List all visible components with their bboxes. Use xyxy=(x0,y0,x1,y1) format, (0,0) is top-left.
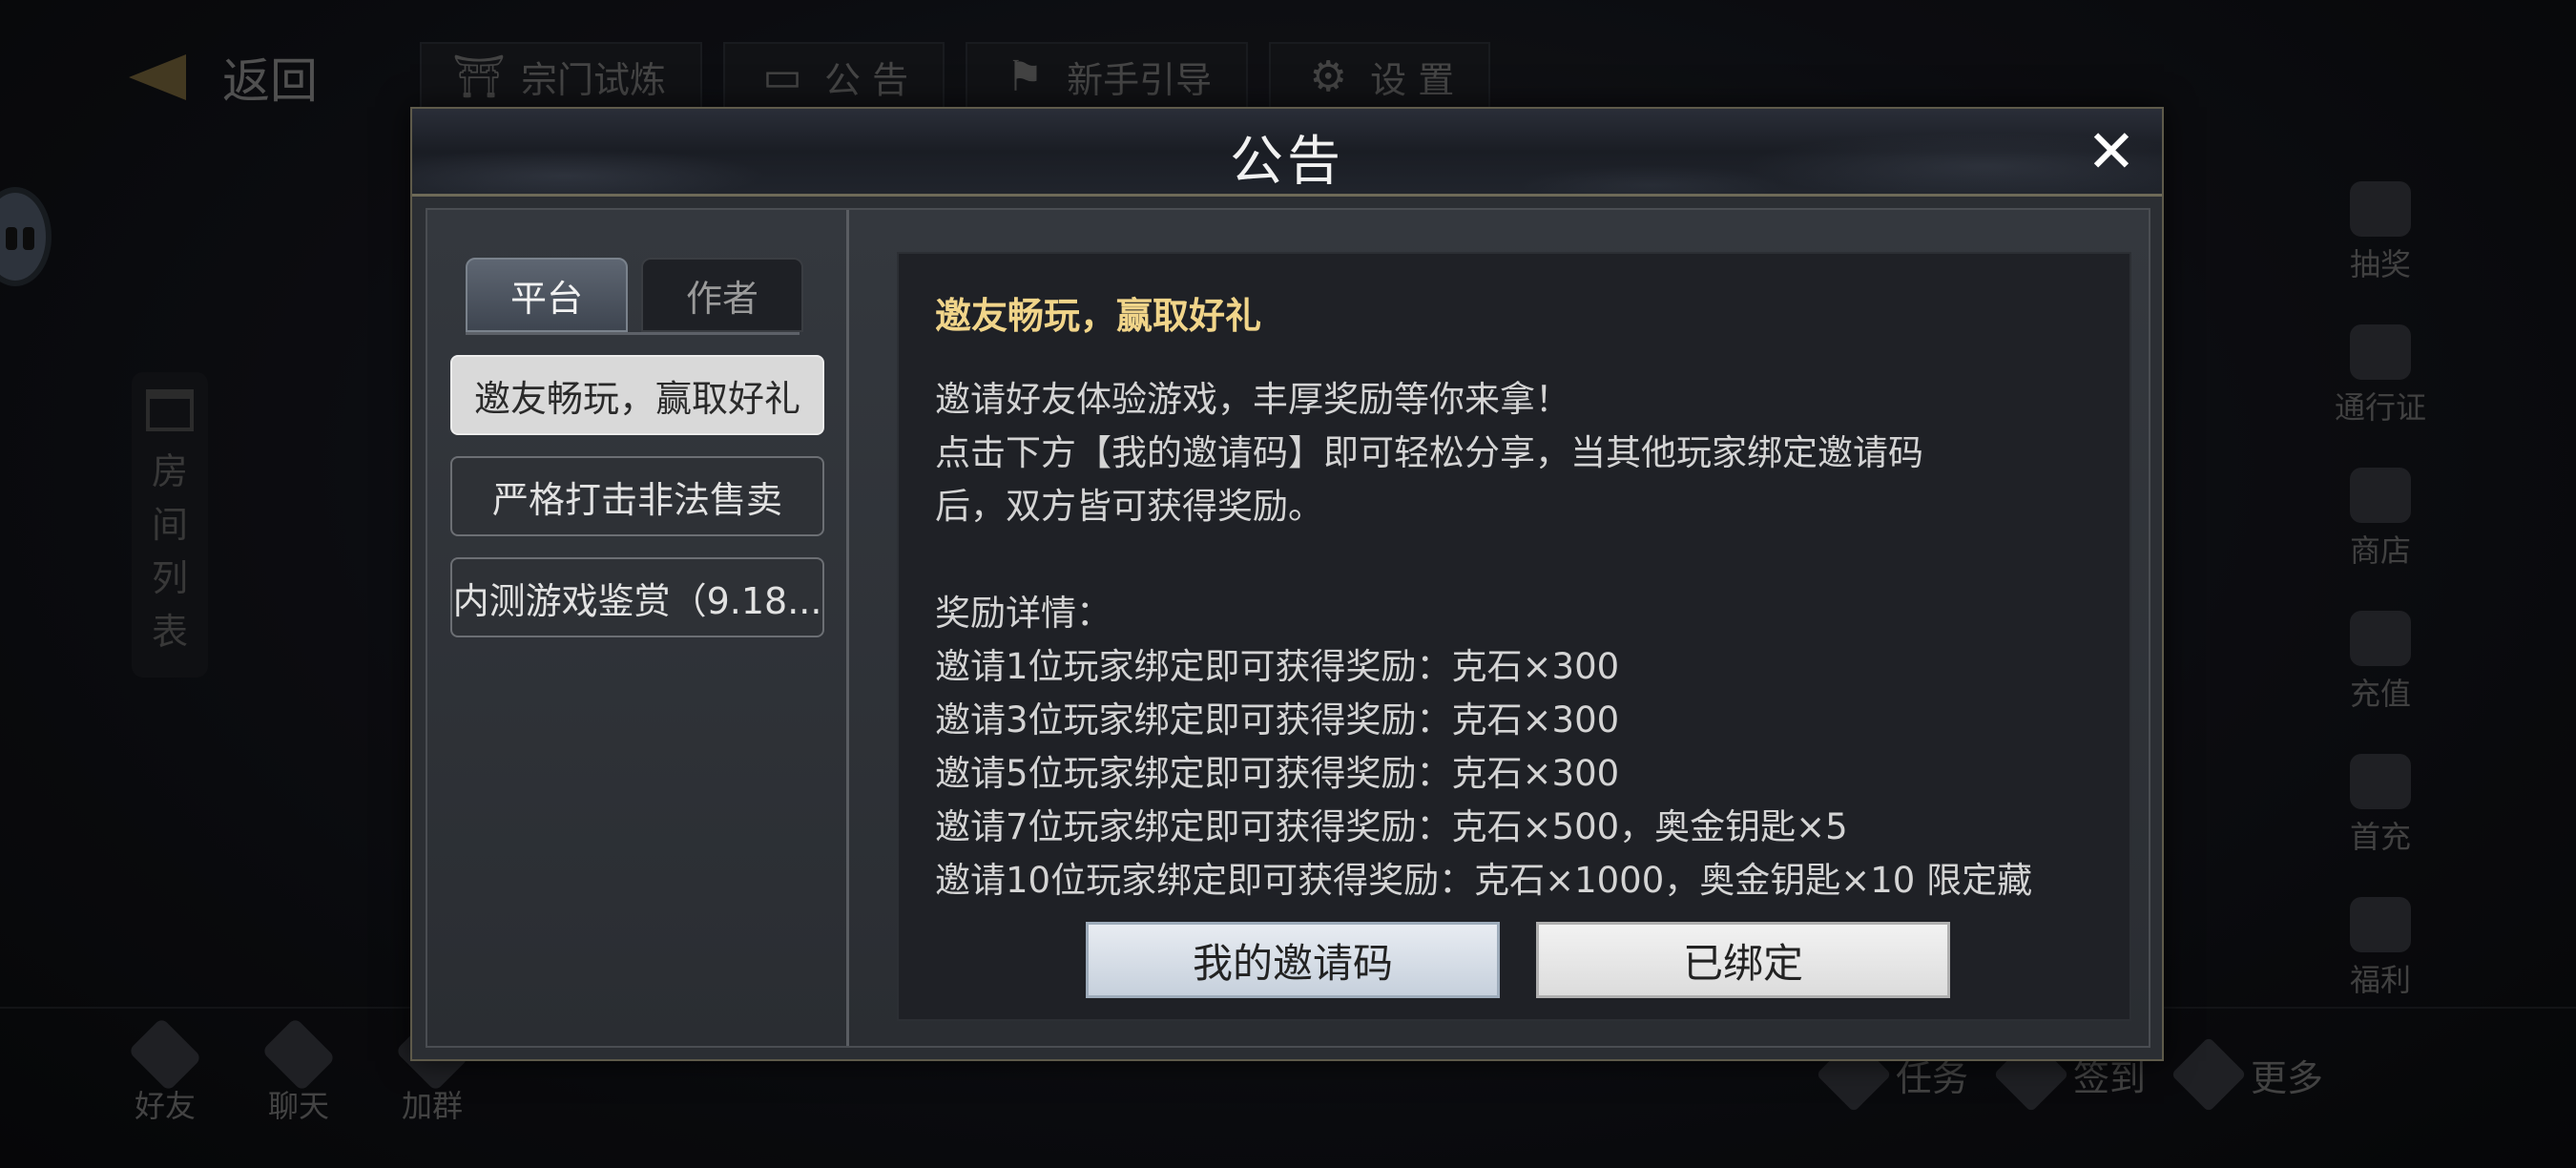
my-invite-code-button[interactable]: 我的邀请码 xyxy=(1086,922,1500,998)
content-title: 邀友畅玩，赢取好礼 xyxy=(935,295,1262,337)
content-scroll-area[interactable]: 邀友畅玩，赢取好礼 邀请好友体验游戏，丰厚奖励等你来拿！ 点击下方【我的邀请码】… xyxy=(935,282,2109,912)
announcement-item[interactable]: 邀友畅玩，赢取好礼 xyxy=(450,355,824,435)
announcement-list: 邀友畅玩，赢取好礼 严格打击非法售卖 内测游戏鉴赏（9.18... xyxy=(450,355,824,637)
tab-underline xyxy=(466,332,800,335)
content-body: 邀请好友体验游戏，丰厚奖励等你来拿！ 点击下方【我的邀请码】即可轻松分享，当其他… xyxy=(935,379,2033,901)
dialog-body: 平台 作者 邀友畅玩，赢取好礼 严格打击非法售卖 内测游戏鉴赏（9.18... … xyxy=(426,208,2150,1048)
bound-button[interactable]: 已绑定 xyxy=(1536,922,1950,998)
dialog-header: 公告 ✕ xyxy=(412,109,2162,197)
announcement-dialog: 公告 ✕ 平台 作者 邀友畅玩，赢取好礼 严格打击非法售卖 内测游戏鉴赏（9.1… xyxy=(410,107,2164,1061)
category-tabs: 平台 作者 xyxy=(466,258,803,332)
close-icon[interactable]: ✕ xyxy=(2082,122,2141,181)
announcement-content: 邀友畅玩，赢取好礼 邀请好友体验游戏，丰厚奖励等你来拿！ 点击下方【我的邀请码】… xyxy=(897,252,2131,1021)
tab-author[interactable]: 作者 xyxy=(641,258,803,332)
dialog-title: 公告 xyxy=(1230,131,1344,193)
announcement-sidebar: 平台 作者 邀友畅玩，赢取好礼 严格打击非法售卖 内测游戏鉴赏（9.18... xyxy=(427,210,849,1046)
tab-platform[interactable]: 平台 xyxy=(466,258,628,332)
action-buttons: 我的邀请码 已绑定 xyxy=(1086,922,1950,998)
announcement-item[interactable]: 内测游戏鉴赏（9.18... xyxy=(450,557,824,637)
announcement-item[interactable]: 严格打击非法售卖 xyxy=(450,456,824,536)
